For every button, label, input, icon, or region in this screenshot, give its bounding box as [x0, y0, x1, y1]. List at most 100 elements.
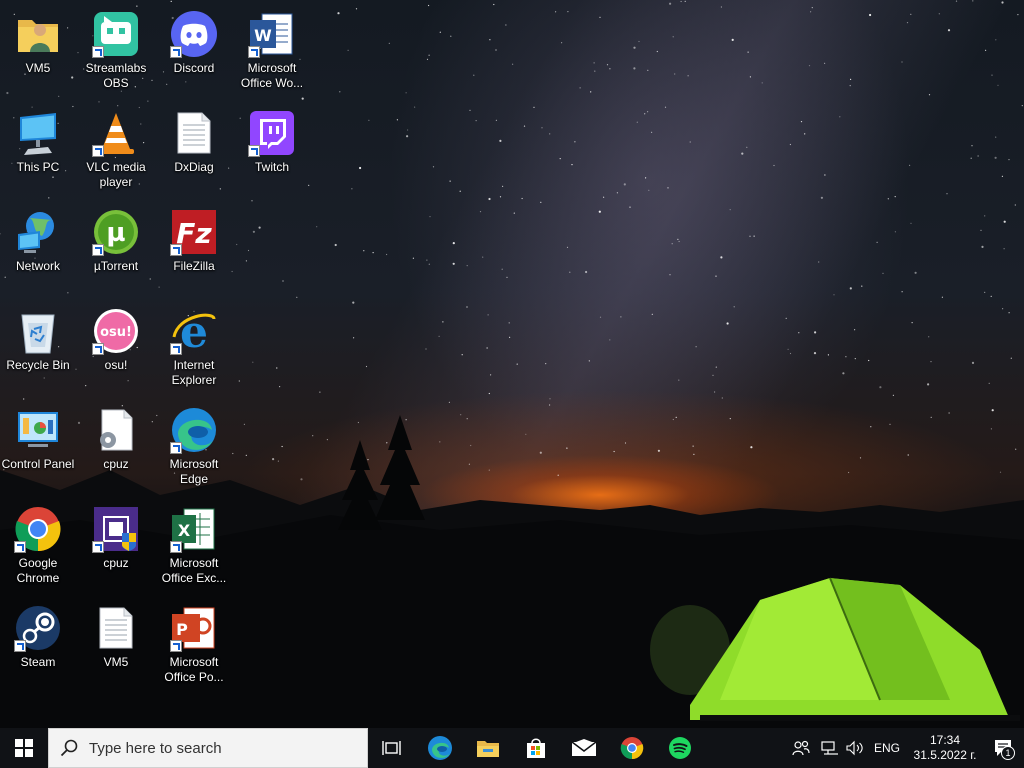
- desktop-icon[interactable]: Streamlabs OBS: [78, 4, 154, 100]
- desktop-icon-label: VLC media player: [86, 160, 146, 189]
- action-center-button[interactable]: 1: [984, 728, 1024, 768]
- desktop-icon-label: Microsoft Office Po...: [164, 655, 224, 684]
- people-icon: [792, 740, 810, 756]
- desktop-icon-label: Network: [15, 259, 60, 273]
- computer-icon: [14, 109, 62, 157]
- desktop-icon[interactable]: Fz FileZilla: [156, 202, 232, 298]
- desktop-icon-label: DxDiag: [174, 160, 214, 174]
- desktop[interactable]: VM5 This PC Network Recycle Bin Control Pane…: [0, 0, 1024, 728]
- taskbar-file-explorer-button[interactable]: [464, 728, 512, 768]
- file-explorer-icon: [477, 741, 499, 757]
- svg-text:X: X: [178, 521, 191, 540]
- search-placeholder: Type here to search: [89, 739, 222, 757]
- notification-badge: 1: [1001, 746, 1015, 760]
- desktop-icon-label: VM5: [103, 655, 129, 669]
- shortcut-arrow-icon: [92, 145, 104, 157]
- desktop-icon-label: Microsoft Office Exc...: [161, 556, 227, 585]
- shortcut-arrow-icon: [92, 244, 104, 256]
- desktop-icon-label: Microsoft Office Wo...: [240, 61, 304, 90]
- chrome-icon: [14, 505, 62, 553]
- svg-text:W: W: [254, 26, 272, 45]
- recycle-bin-icon: [14, 307, 62, 355]
- store-icon: [527, 738, 545, 758]
- svg-text:osu!: osu!: [100, 325, 132, 340]
- language-indicator[interactable]: ENG: [868, 728, 906, 768]
- shortcut-arrow-icon: [92, 46, 104, 58]
- desktop-icon-label: Twitch: [254, 160, 289, 174]
- task-view-icon: [382, 741, 401, 755]
- filezilla-icon: Fz: [170, 208, 218, 256]
- text-file-icon: [92, 604, 140, 652]
- taskbar-edge-button[interactable]: [416, 728, 464, 768]
- edge-icon: [170, 406, 218, 454]
- network-status-button[interactable]: [818, 728, 842, 768]
- desktop-icon-label: Internet Explorer: [171, 358, 217, 387]
- desktop-icon-label: osu!: [104, 358, 128, 372]
- desktop-icon[interactable]: e Internet Explorer: [156, 301, 232, 397]
- desktop-icon[interactable]: VM5: [0, 4, 76, 100]
- desktop-icon[interactable]: DxDiag: [156, 103, 232, 199]
- desktop-icon[interactable]: VM5: [78, 598, 154, 694]
- desktop-icon[interactable]: X Microsoft Office Exc...: [156, 499, 232, 595]
- windows-logo-icon: [15, 739, 33, 757]
- desktop-icon[interactable]: cpuz: [78, 499, 154, 595]
- shortcut-arrow-icon: [14, 541, 26, 553]
- system-tray: ENG 17:34 31.5.2022 г. 1: [784, 728, 1024, 768]
- shortcut-arrow-icon: [248, 145, 260, 157]
- excel-icon: X: [170, 505, 218, 553]
- clock[interactable]: 17:34 31.5.2022 г.: [906, 728, 984, 768]
- osu-icon: osu!: [92, 307, 140, 355]
- desktop-icon[interactable]: cpuz: [78, 400, 154, 496]
- shortcut-arrow-icon: [14, 640, 26, 652]
- taskbar-chrome-button[interactable]: [608, 728, 656, 768]
- desktop-icon[interactable]: Microsoft Edge: [156, 400, 232, 496]
- search-box[interactable]: Type here to search: [48, 728, 368, 768]
- taskbar-spotify-button[interactable]: [656, 728, 704, 768]
- desktop-icon-label: Google Chrome: [16, 556, 60, 585]
- task-view-button[interactable]: [368, 728, 416, 768]
- shortcut-arrow-icon: [92, 541, 104, 553]
- desktop-icon-label: cpuz: [103, 556, 129, 570]
- streamlabs-icon: [92, 10, 140, 58]
- desktop-icon[interactable]: Steam: [0, 598, 76, 694]
- desktop-icon[interactable]: P Microsoft Office Po...: [156, 598, 232, 694]
- edge-icon: [428, 736, 452, 760]
- text-file-icon: [170, 109, 218, 157]
- taskbar-store-button[interactable]: [512, 728, 560, 768]
- svg-text:P: P: [176, 620, 188, 639]
- cpuz-icon: [92, 505, 140, 553]
- desktop-icon-label: Streamlabs OBS: [85, 61, 147, 90]
- taskbar-mail-button[interactable]: [560, 728, 608, 768]
- desktop-icon[interactable]: Twitch: [234, 103, 310, 199]
- desktop-icon-label: Control Panel: [1, 457, 75, 471]
- spotify-icon: [669, 737, 691, 759]
- desktop-icon-label: cpuz: [103, 457, 129, 471]
- powerpoint-icon: P: [170, 604, 218, 652]
- desktop-icon[interactable]: µ µTorrent: [78, 202, 154, 298]
- desktop-icon[interactable]: Control Panel: [0, 400, 76, 496]
- shortcut-arrow-icon: [170, 343, 182, 355]
- user-folder-icon: [14, 10, 62, 58]
- desktop-icon-label: This PC: [16, 160, 60, 174]
- svg-text:µ: µ: [106, 218, 125, 248]
- shortcut-arrow-icon: [170, 442, 182, 454]
- start-button[interactable]: [0, 728, 48, 768]
- people-button[interactable]: [784, 728, 818, 768]
- desktop-icon[interactable]: Google Chrome: [0, 499, 76, 595]
- shortcut-arrow-icon: [170, 46, 182, 58]
- steam-icon: [14, 604, 62, 652]
- clock-date: 31.5.2022 г.: [913, 748, 977, 762]
- desktop-icon-label: FileZilla: [173, 259, 215, 273]
- network-wired-icon: [821, 741, 838, 755]
- mail-icon: [571, 739, 597, 756]
- desktop-icon[interactable]: Discord: [156, 4, 232, 100]
- internet-explorer-icon: e: [170, 307, 218, 358]
- desktop-icon[interactable]: This PC: [0, 103, 76, 199]
- desktop-icon[interactable]: Recycle Bin: [0, 301, 76, 397]
- desktop-icon[interactable]: osu! osu!: [78, 301, 154, 397]
- volume-button[interactable]: [842, 728, 868, 768]
- desktop-icon[interactable]: W Microsoft Office Wo...: [234, 4, 310, 100]
- desktop-icon[interactable]: Network: [0, 202, 76, 298]
- utorrent-icon: µ: [92, 208, 140, 256]
- desktop-icon[interactable]: VLC media player: [78, 103, 154, 199]
